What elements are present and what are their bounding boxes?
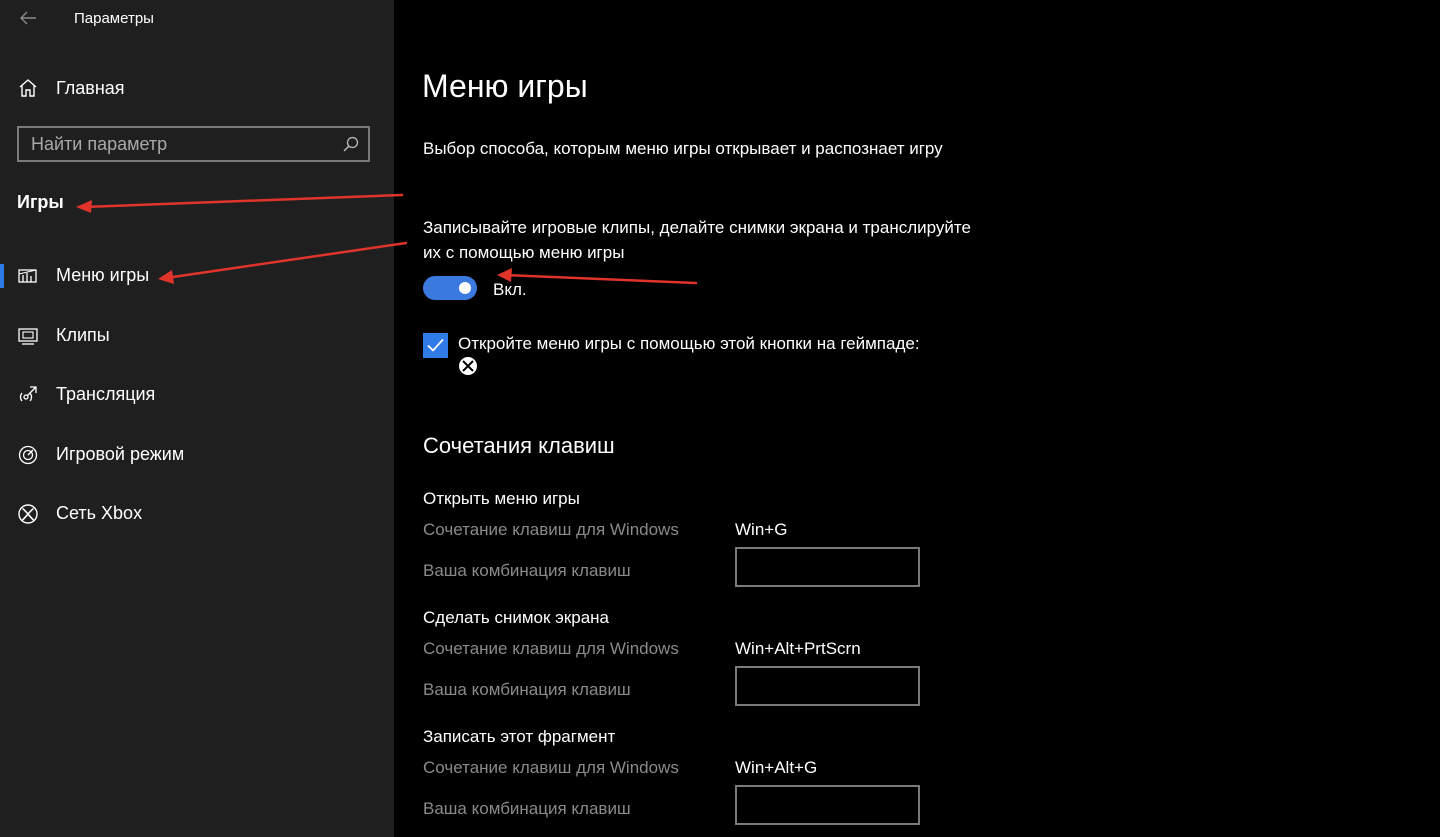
shortcut-title: Записать этот фрагмент — [423, 727, 616, 746]
windows-shortcut-value: Win+Alt+G — [735, 758, 818, 777]
sidebar-item-game-bar[interactable]: Меню игры — [0, 254, 394, 298]
sidebar-item-label: Меню игры — [56, 265, 150, 285]
windows-shortcut-label: Сочетание клавиш для Windows — [423, 758, 679, 777]
main-content: Меню игры Выбор способа, которым меню иг… — [394, 0, 1440, 837]
custom-shortcut-label: Ваша комбинация клавиш — [423, 799, 631, 818]
home-icon — [16, 76, 40, 100]
selection-indicator — [0, 264, 4, 288]
shortcuts-section-title: Сочетания клавиш — [423, 433, 615, 458]
game-bar-toggle[interactable] — [423, 276, 477, 300]
home-label: Главная — [56, 77, 125, 98]
broadcasting-icon — [16, 383, 40, 407]
sidebar-item-broadcasting[interactable]: Трансляция — [0, 373, 394, 417]
controller-button-checkbox[interactable] — [423, 333, 448, 358]
window-title: Параметры — [74, 10, 154, 27]
custom-shortcut-label: Ваша комбинация клавиш — [423, 680, 631, 699]
custom-shortcut-input[interactable] — [735, 785, 920, 825]
shortcut-title: Сделать снимок экрана — [423, 608, 610, 627]
shortcut-title: Открыть меню игры — [423, 489, 580, 508]
custom-shortcut-label: Ваша комбинация клавиш — [423, 561, 631, 580]
home-nav-item[interactable]: Главная — [16, 74, 125, 102]
sidebar: Параметры Главная Игры Меню игры Клипы Т… — [0, 0, 394, 837]
xbox-button-icon — [458, 356, 478, 376]
toggle-knob — [459, 282, 471, 294]
back-arrow-icon[interactable] — [16, 6, 40, 30]
record-description: Записывайте игровые клипы, делайте снимк… — [423, 218, 971, 262]
sidebar-item-label: Клипы — [56, 325, 110, 345]
search-input[interactable] — [19, 128, 329, 160]
xbox-icon — [16, 502, 40, 526]
game-mode-icon — [16, 443, 40, 467]
search-box — [17, 126, 370, 162]
page-title: Меню игры — [422, 68, 588, 104]
sidebar-item-captures[interactable]: Клипы — [0, 314, 394, 358]
windows-shortcut-value: Win+G — [735, 520, 788, 539]
sidebar-section-title: Игры — [17, 192, 64, 212]
toggle-state-label: Вкл. — [493, 280, 527, 299]
page-description: Выбор способа, которым меню игры открыва… — [423, 139, 943, 158]
windows-shortcut-value: Win+Alt+PrtScrn — [735, 639, 861, 658]
checkbox-label: Откройте меню игры с помощью этой кнопки… — [458, 334, 920, 353]
sidebar-item-label: Трансляция — [56, 384, 156, 404]
windows-shortcut-label: Сочетание клавиш для Windows — [423, 639, 679, 658]
sidebar-item-label: Сеть Xbox — [56, 503, 143, 523]
custom-shortcut-input[interactable] — [735, 666, 920, 706]
game-bar-icon — [16, 264, 40, 288]
windows-shortcut-label: Сочетание клавиш для Windows — [423, 520, 679, 539]
sidebar-item-xbox-network[interactable]: Сеть Xbox — [0, 492, 394, 536]
sidebar-item-game-mode[interactable]: Игровой режим — [0, 433, 394, 477]
sidebar-item-label: Игровой режим — [56, 444, 185, 464]
checkmark-icon — [427, 338, 444, 352]
search-icon[interactable] — [342, 135, 360, 153]
custom-shortcut-input[interactable] — [735, 547, 920, 587]
captures-icon — [16, 324, 40, 348]
